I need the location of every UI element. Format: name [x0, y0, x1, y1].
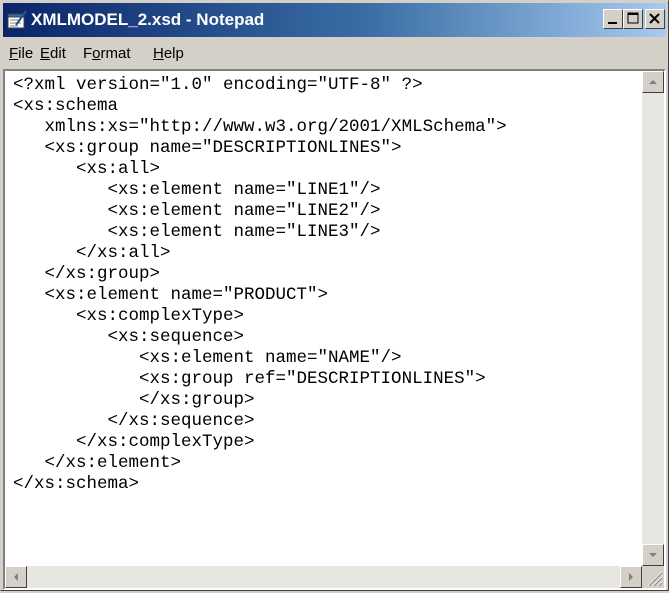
menu-help[interactable]: Help [153, 44, 184, 64]
menu-edit-label: dit [50, 45, 66, 62]
menu-file-accel: F [9, 45, 19, 62]
menu-format-label: rmat [100, 45, 131, 62]
arrow-right-icon [629, 573, 633, 581]
size-grip[interactable] [642, 566, 664, 588]
notepad-window: XMLMODEL_2.xsd - Notepad File Edit Forma… [0, 0, 669, 591]
minimize-icon [608, 22, 617, 24]
close-icon [649, 13, 660, 24]
editor-frame: <?xml version="1.0" encoding="UTF-8" ?> … [3, 69, 666, 590]
document-text[interactable]: <?xml version="1.0" encoding="UTF-8" ?> … [5, 71, 642, 495]
vertical-scrollbar[interactable] [642, 71, 664, 566]
menu-edit[interactable]: Edit [40, 44, 66, 64]
minimize-button[interactable] [603, 9, 623, 29]
arrow-up-icon [649, 80, 657, 84]
text-area[interactable]: <?xml version="1.0" encoding="UTF-8" ?> … [5, 71, 642, 566]
menu-edit-accel: E [40, 45, 51, 62]
scroll-left-button[interactable] [5, 566, 27, 588]
resize-grip-icon [647, 571, 663, 587]
title-bar[interactable]: XMLMODEL_2.xsd - Notepad [3, 3, 666, 37]
maximize-button[interactable] [623, 9, 643, 29]
menu-format[interactable]: Format [83, 44, 131, 64]
menu-format-prefix: F [83, 45, 93, 62]
menu-help-accel: H [153, 45, 164, 62]
menu-format-accel: o [92, 45, 101, 62]
scroll-up-button[interactable] [642, 71, 664, 93]
menu-help-label: elp [163, 45, 184, 62]
menu-file-label: ile [18, 45, 34, 62]
arrow-down-icon [649, 553, 657, 557]
scroll-right-button[interactable] [620, 566, 642, 588]
maximize-icon [627, 12, 639, 24]
arrow-left-icon [14, 573, 18, 581]
close-button[interactable] [645, 9, 665, 29]
menu-file[interactable]: File [9, 44, 33, 64]
window-title: XMLMODEL_2.xsd - Notepad [31, 10, 265, 29]
scroll-down-button[interactable] [642, 544, 664, 566]
horizontal-scrollbar[interactable] [5, 566, 642, 588]
menu-bar: File Edit Format Help [3, 41, 666, 67]
notepad-icon[interactable] [7, 10, 29, 30]
